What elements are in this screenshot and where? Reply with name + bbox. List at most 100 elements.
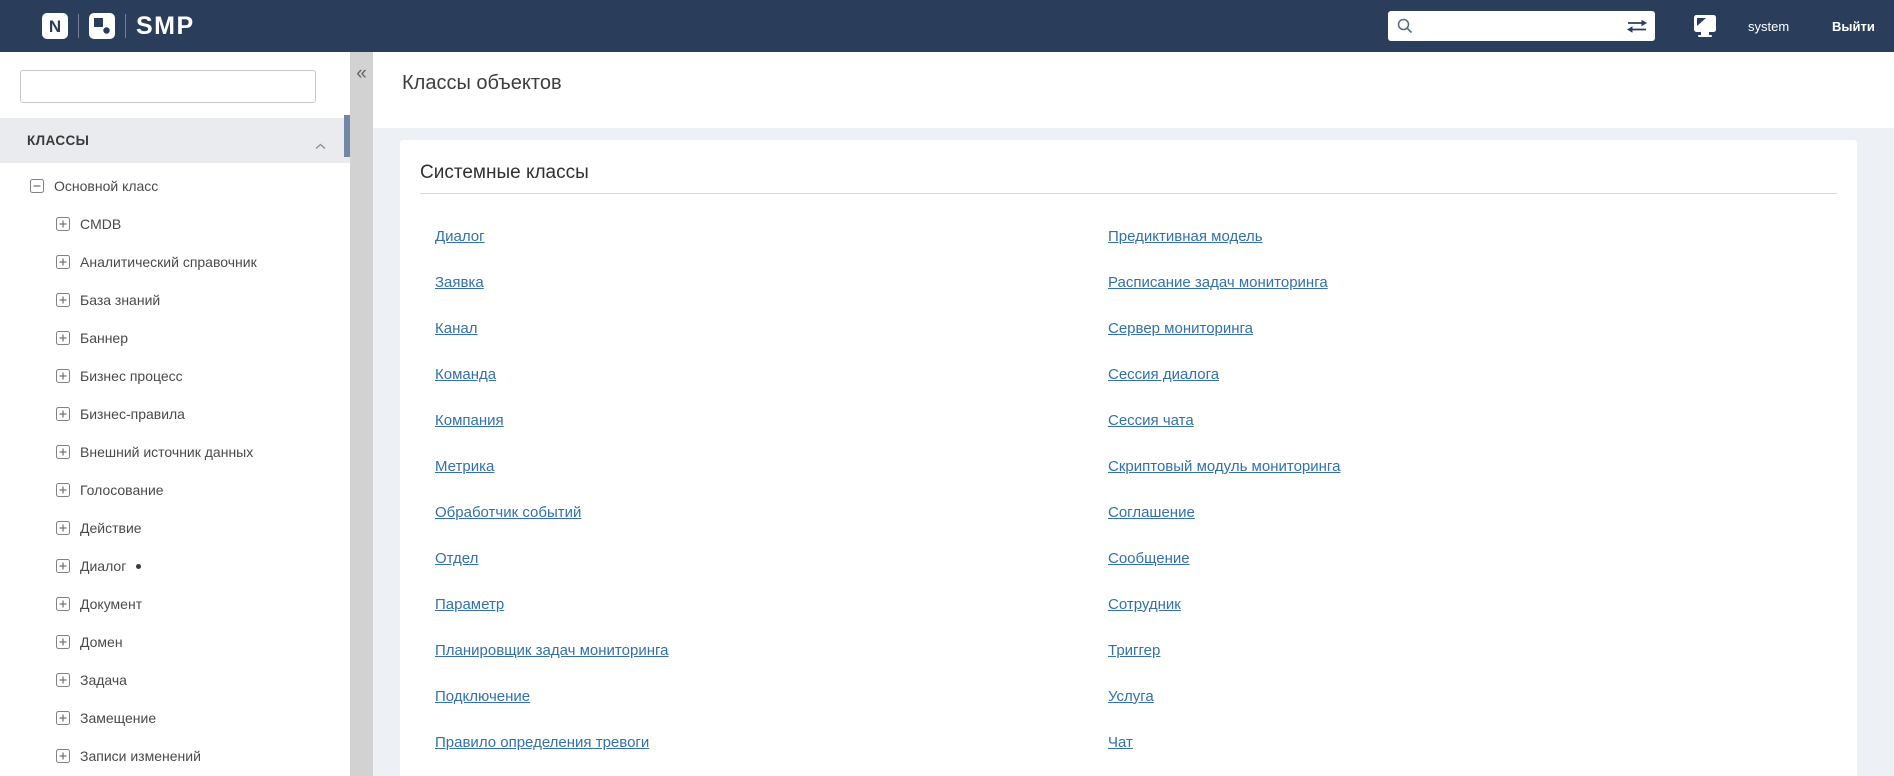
class-link-right-7[interactable]: Сообщение: [1108, 550, 1190, 567]
tree-item-10[interactable]: Документ: [0, 585, 344, 623]
system-classes-card: Системные классы Диалог Заявка Канал Команд…: [400, 140, 1857, 776]
tree-item-0[interactable]: CMDB: [0, 205, 344, 243]
app-logo[interactable]: N SMP: [42, 0, 195, 52]
class-tree: Основной класс CMDB Аналитический справочн…: [0, 167, 344, 775]
class-link-row: Заявка: [435, 259, 1108, 305]
tree-item-13[interactable]: Замещение: [0, 699, 344, 737]
search-filter-icon[interactable]: [1626, 17, 1648, 35]
monitor-icon[interactable]: [1692, 14, 1718, 38]
expand-node-icon[interactable]: [56, 369, 70, 383]
tree-item-8[interactable]: Действие: [0, 509, 344, 547]
tree-item-14[interactable]: Записи изменений: [0, 737, 344, 775]
tree-item-label: Диалог: [80, 558, 127, 574]
class-link-left-0[interactable]: Диалог: [435, 228, 485, 245]
global-search-input[interactable]: [1414, 11, 1626, 41]
expand-node-icon[interactable]: [56, 331, 70, 345]
expand-node-icon[interactable]: [56, 559, 70, 573]
class-link-right-8[interactable]: Сотрудник: [1108, 596, 1181, 613]
user-menu[interactable]: system: [1748, 0, 1789, 52]
tree-item-label: Действие: [80, 520, 142, 536]
naumen-mark-icon: [89, 13, 115, 39]
tree-item-1[interactable]: Аналитический справочник: [0, 243, 344, 281]
sidebar-collapse-handle[interactable]: «: [350, 52, 373, 776]
tree-item-label: Документ: [80, 596, 143, 612]
class-link-right-3[interactable]: Сессия диалога: [1108, 366, 1219, 383]
tree-item-3[interactable]: Баннер: [0, 319, 344, 357]
class-link-left-2[interactable]: Канал: [435, 320, 477, 337]
expand-node-icon[interactable]: [56, 711, 70, 725]
class-link-row: Сессия диалога: [1108, 351, 1340, 397]
class-link-row: Сотрудник: [1108, 581, 1340, 627]
class-link-right-10[interactable]: Услуга: [1108, 688, 1154, 705]
sidebar-section-classes[interactable]: КЛАССЫ: [0, 118, 350, 163]
class-link-row: Услуга: [1108, 673, 1340, 719]
collapse-node-icon[interactable]: [30, 179, 44, 193]
class-link-row: Сессия чата: [1108, 397, 1340, 443]
tree-item-label: Основной класс: [54, 178, 159, 194]
tree-item-6[interactable]: Внешний источник данных: [0, 433, 344, 471]
collapse-chevrons-icon: «: [356, 63, 367, 84]
expand-node-icon[interactable]: [56, 749, 70, 763]
class-link-left-9[interactable]: Планировщик задач мониторинга: [435, 642, 668, 659]
class-link-right-11[interactable]: Чат: [1108, 734, 1133, 751]
tree-item-root[interactable]: Основной класс: [0, 167, 344, 205]
tree-item-11[interactable]: Домен: [0, 623, 344, 661]
tree-item-4[interactable]: Бизнес процесс: [0, 357, 344, 395]
modified-indicator-dot: [136, 563, 142, 569]
class-link-left-1[interactable]: Заявка: [435, 274, 484, 291]
class-link-row: Сообщение: [1108, 535, 1340, 581]
class-link-row: Компания: [435, 397, 1108, 443]
class-link-right-0[interactable]: Предиктивная модель: [1108, 228, 1263, 245]
expand-node-icon[interactable]: [56, 407, 70, 421]
logo-divider: [125, 14, 126, 38]
class-links: Диалог Заявка Канал Команда Компания Метрика О…: [400, 213, 1857, 765]
class-link-left-10[interactable]: Подключение: [435, 688, 530, 705]
tree-item-7[interactable]: Голосование: [0, 471, 344, 509]
class-link-row: Подключение: [435, 673, 1108, 719]
expand-node-icon[interactable]: [56, 597, 70, 611]
class-link-right-2[interactable]: Сервер мониторинга: [1108, 320, 1253, 337]
class-link-right-5[interactable]: Скриптовый модуль мониторинга: [1108, 458, 1340, 475]
tree-item-label: Голосование: [80, 482, 164, 498]
class-link-left-11[interactable]: Правило определения тревоги: [435, 734, 649, 751]
expand-node-icon[interactable]: [56, 521, 70, 535]
class-links-column-left: Диалог Заявка Канал Команда Компания Метрика О…: [400, 213, 1108, 765]
class-link-row: Чат: [1108, 719, 1340, 765]
expand-node-icon[interactable]: [56, 445, 70, 459]
class-link-row: Скриптовый модуль мониторинга: [1108, 443, 1340, 489]
tree-item-2[interactable]: База знаний: [0, 281, 344, 319]
tree-item-12[interactable]: Задача: [0, 661, 344, 699]
class-link-right-6[interactable]: Соглашение: [1108, 504, 1195, 521]
logo-divider: [78, 14, 79, 38]
expand-node-icon[interactable]: [56, 673, 70, 687]
expand-node-icon[interactable]: [56, 635, 70, 649]
tree-item-label: Записи изменений: [80, 748, 201, 764]
class-link-right-1[interactable]: Расписание задач мониторинга: [1108, 274, 1328, 291]
class-link-right-4[interactable]: Сессия чата: [1108, 412, 1194, 429]
class-link-left-8[interactable]: Параметр: [435, 596, 504, 613]
class-link-left-5[interactable]: Метрика: [435, 458, 494, 475]
class-link-left-3[interactable]: Команда: [435, 366, 496, 383]
class-link-row: Метрика: [435, 443, 1108, 489]
tree-item-label: CMDB: [80, 216, 122, 232]
class-link-right-9[interactable]: Триггер: [1108, 642, 1160, 659]
sidebar-search-input[interactable]: [20, 70, 316, 103]
class-link-left-6[interactable]: Обработчик событий: [435, 504, 581, 521]
tree-item-9[interactable]: Диалог: [0, 547, 344, 585]
class-link-row: Правило определения тревоги: [435, 719, 1108, 765]
class-link-row: Планировщик задач мониторинга: [435, 627, 1108, 673]
page-title-bar: Классы объектов: [373, 52, 1894, 128]
expand-node-icon[interactable]: [56, 483, 70, 497]
expand-node-icon[interactable]: [56, 293, 70, 307]
tree-item-label: Внешний источник данных: [80, 444, 254, 460]
tree-item-5[interactable]: Бизнес-правила: [0, 395, 344, 433]
sidebar-section-label: КЛАССЫ: [27, 133, 90, 148]
expand-node-icon[interactable]: [56, 255, 70, 269]
class-link-left-4[interactable]: Компания: [435, 412, 504, 429]
tree-item-label: База знаний: [80, 292, 161, 308]
logout-button[interactable]: Выйти: [1832, 0, 1875, 52]
tree-item-label: Замещение: [80, 710, 157, 726]
expand-node-icon[interactable]: [56, 217, 70, 231]
application-window: N SMP system Выйти КЛАССЫ Основной класс…: [0, 0, 1894, 776]
class-link-left-7[interactable]: Отдел: [435, 550, 478, 567]
